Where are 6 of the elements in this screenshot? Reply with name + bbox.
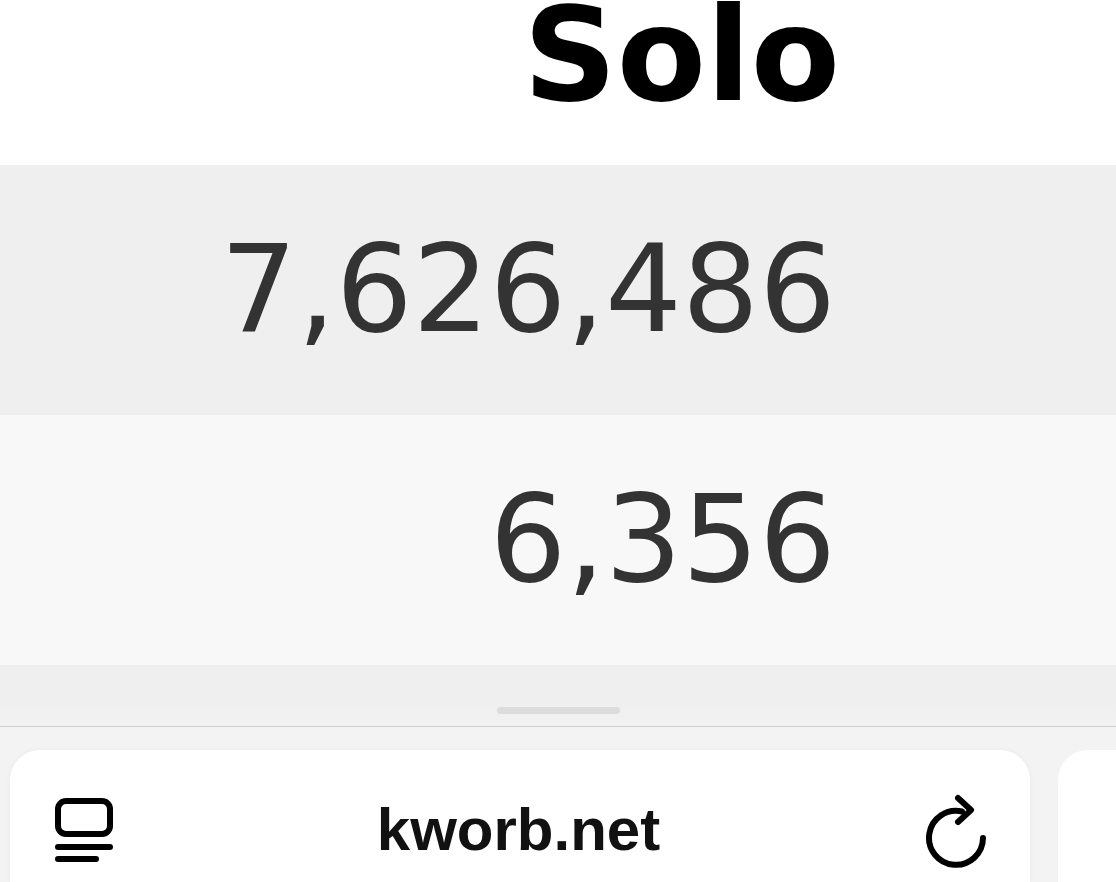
table-value: 7,626,486 <box>220 220 836 360</box>
address-bar[interactable]: kworb.net <box>10 750 1030 882</box>
reload-icon[interactable] <box>924 792 988 868</box>
page-lines-icon[interactable] <box>55 797 113 863</box>
table-value: 6,356 <box>489 470 836 610</box>
column-heading: Solo <box>523 0 840 110</box>
